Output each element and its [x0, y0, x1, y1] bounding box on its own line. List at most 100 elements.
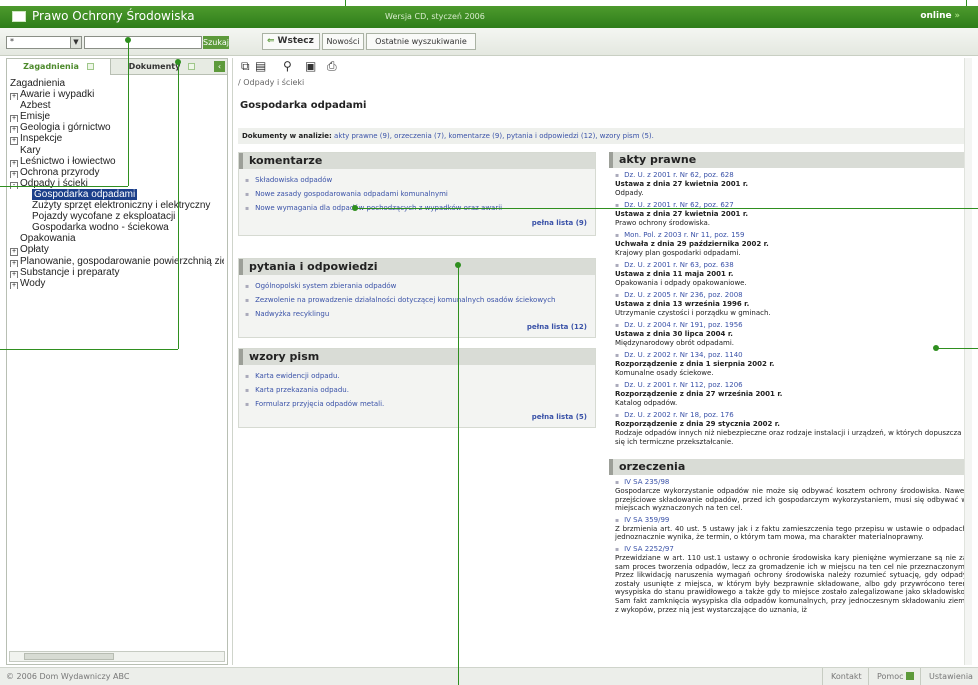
list-item[interactable]: Karta ewidencji odpadu. — [245, 370, 595, 384]
right-column: akty prawne Dz. U. z 2001 r. Nr 62, poz.… — [609, 152, 967, 614]
callout-line — [0, 349, 178, 350]
documents-icon[interactable]: ▤ — [255, 59, 266, 73]
tree-item[interactable]: + Opłaty — [10, 244, 224, 256]
news-button[interactable]: Nowości — [322, 33, 364, 50]
tree-item[interactable]: + Ochrona przyrody — [10, 167, 224, 178]
tree-item[interactable]: Zużyty sprzęt elektroniczny i elektryczn… — [10, 200, 224, 211]
footer-link-kontakt[interactable]: Kontakt — [822, 668, 870, 685]
ruling-link[interactable]: IV SA 359/99 — [615, 516, 967, 525]
legal-act-link[interactable]: Dz. U. z 2005 r. Nr 236, poz. 2008 — [615, 291, 967, 300]
tree-item[interactable]: + Planowanie, gospodarowanie powierzchnią… — [10, 256, 224, 267]
tree-item[interactable]: + Leśnictwo i łowiectwo — [10, 156, 224, 167]
expand-icon[interactable]: + — [10, 281, 18, 289]
footer-link-pomoc[interactable]: Pomoc — [868, 668, 922, 685]
breadcrumb[interactable]: / Odpady i ścieki — [238, 78, 304, 87]
search-button[interactable]: Szukaj — [203, 36, 229, 49]
legal-act-link[interactable]: Dz. U. z 2001 r. Nr 112, poz. 1206 — [615, 381, 967, 390]
horizontal-scrollbar[interactable] — [9, 651, 225, 662]
tree-item[interactable]: -Odpady i ścieki — [10, 178, 224, 189]
collapse-panel-icon[interactable]: ‹ — [214, 61, 225, 72]
ruling-link[interactable]: IV SA 235/98 — [615, 478, 967, 487]
tab-dokumenty-label: Dokumenty — [128, 62, 181, 71]
expand-icon[interactable]: + — [10, 159, 18, 167]
tree-item[interactable]: Pojazdy wycofane z eksploatacji — [10, 211, 224, 222]
documents-summary-links[interactable]: akty prawne (9), orzeczenia (7), komenta… — [334, 132, 654, 140]
list-item[interactable]: Zezwolenie na prowadzenie działalności d… — [245, 294, 595, 308]
expand-icon[interactable]: + — [10, 93, 18, 101]
list-item[interactable]: Nowe wymagania dla odpadów pochodzących … — [245, 202, 595, 216]
copy-icon[interactable]: ⧉ — [241, 59, 250, 74]
footer-link-pomoc-label: Pomoc — [877, 672, 904, 681]
help-icon — [905, 672, 914, 680]
list-item: Dz. U. z 2001 r. Nr 112, poz. 1206Rozpor… — [609, 381, 967, 408]
expand-icon[interactable]: + — [10, 170, 18, 178]
search-input[interactable] — [84, 36, 202, 49]
documents-summary-label: Dokumenty w analizie: — [242, 132, 332, 140]
legal-act-link[interactable]: Mon. Pol. z 2003 r. Nr 11, poz. 159 — [615, 231, 967, 240]
legal-act-link[interactable]: Dz. U. z 2002 r. Nr 134, poz. 1140 — [615, 351, 967, 360]
last-search-button[interactable]: Ostatnie wyszukiwanie — [366, 33, 476, 50]
tree-item-label: Odpady i ścieki — [20, 177, 88, 189]
tree-item[interactable]: Opakowania — [10, 233, 224, 244]
legal-act-link[interactable]: Dz. U. z 2001 r. Nr 62, poz. 628 — [615, 171, 967, 180]
pytania-box: pytania i odpowiedzi Ogólnopolski system… — [238, 258, 596, 338]
tree-item[interactable]: + Awarie i wypadki — [10, 89, 224, 101]
search-scope-select[interactable]: * ▼ — [6, 36, 82, 49]
tree-item-label: Opłaty — [20, 244, 49, 256]
online-link[interactable]: online » — [920, 11, 960, 21]
search-text-icon[interactable]: ⚲ — [283, 59, 292, 73]
ruling-link[interactable]: IV SA 2252/97 — [615, 545, 967, 554]
callout-line — [355, 208, 978, 209]
wzory-full-list-link[interactable]: pełna lista (5) — [532, 413, 587, 421]
tab-zagadnienia[interactable]: Zagadnienia — [7, 59, 111, 75]
tree-item[interactable]: Kary — [10, 145, 224, 156]
expand-icon[interactable]: + — [10, 259, 18, 267]
expand-icon[interactable]: + — [10, 115, 18, 123]
list-item: Dz. U. z 2005 r. Nr 236, poz. 2008Ustawa… — [609, 291, 967, 318]
tree-item[interactable]: + Inspekcje — [10, 133, 224, 145]
tree-item[interactable]: + Wody — [10, 278, 224, 289]
tree-item[interactable]: Gospodarka wodno - ściekowa — [10, 222, 224, 233]
legal-act-subject: Międzynarodowy obrót odpadami. — [615, 339, 734, 347]
callout-line — [936, 348, 978, 349]
legal-act-link[interactable]: Dz. U. z 2004 r. Nr 191, poz. 1956 — [615, 321, 967, 330]
list-item: IV SA 359/99Z brzmienia art. 40 ust. 5 u… — [609, 516, 967, 542]
pytania-full-list-link[interactable]: pełna lista (12) — [527, 323, 587, 331]
main-toolbar: * ▼ Szukaj ⇐ Wstecz Nowości Ostatnie wysz… — [0, 28, 978, 56]
title-bar: Prawo Ochrony Środowiska Wersja CD, styc… — [0, 6, 978, 28]
navigation-panel: Zagadnienia Dokumenty ‹ Zagadnienia + Awar… — [6, 58, 228, 665]
print-icon[interactable]: ⎙ — [327, 59, 337, 74]
list-item[interactable]: Formularz przyjęcia odpadów metali. — [245, 398, 595, 412]
list-item[interactable]: Karta przekazania odpadu. — [245, 384, 595, 398]
legal-act-subject: Rodzaje odpadów innych niż niebezpieczne… — [615, 429, 962, 446]
tab-dokumenty[interactable]: Dokumenty — [112, 59, 212, 75]
komentarze-full-list-link[interactable]: pełna lista (9) — [532, 219, 587, 227]
tree-item[interactable]: Zagadnienia — [10, 78, 224, 89]
panel-tabs: Zagadnienia Dokumenty ‹ — [7, 59, 227, 75]
legal-act-link[interactable]: Dz. U. z 2001 r. Nr 63, poz. 638 — [615, 261, 967, 270]
tree-item-label: Zużyty sprzęt elektroniczny i elektryczn… — [32, 200, 211, 212]
list-item[interactable]: Składowiska odpadów — [245, 174, 595, 188]
scrollbar-thumb[interactable] — [24, 653, 114, 660]
back-button[interactable]: ⇐ Wstecz — [262, 33, 320, 50]
list-item[interactable]: Nadwyżka recyklingu — [245, 308, 595, 322]
vertical-scrollbar[interactable] — [964, 58, 972, 665]
export-icon[interactable]: ▣ — [305, 59, 316, 73]
tree-item[interactable]: + Geologia i górnictwo — [10, 122, 224, 134]
list-item[interactable]: Ogólnopolski system zbierania odpadów — [245, 280, 595, 294]
expand-icon[interactable]: + — [10, 126, 18, 134]
back-button-label: Wstecz — [277, 36, 314, 46]
tree-item[interactable]: + Emisje — [10, 111, 224, 123]
expand-icon[interactable]: + — [10, 137, 18, 145]
tree-item[interactable]: Gospodarka odpadami — [10, 188, 224, 200]
expand-icon[interactable]: + — [10, 248, 18, 256]
tree-item[interactable]: Azbest — [10, 100, 224, 111]
list-item[interactable]: Nowe zasady gospodarowania odpadami komu… — [245, 188, 595, 202]
chevron-down-icon[interactable]: ▼ — [70, 37, 81, 48]
footer-link-ustawienia[interactable]: Ustawienia — [920, 668, 978, 685]
akty-list: Dz. U. z 2001 r. Nr 62, poz. 628 Ustawa z… — [609, 171, 967, 447]
legal-act-date: Ustawa z dnia 11 maja 2001 r. — [615, 270, 734, 278]
tree-item[interactable]: + Substancje i preparaty — [10, 267, 224, 278]
legal-act-link[interactable]: Dz. U. z 2002 r. Nr 18, poz. 176 — [615, 411, 967, 420]
expand-icon[interactable]: + — [10, 270, 18, 278]
